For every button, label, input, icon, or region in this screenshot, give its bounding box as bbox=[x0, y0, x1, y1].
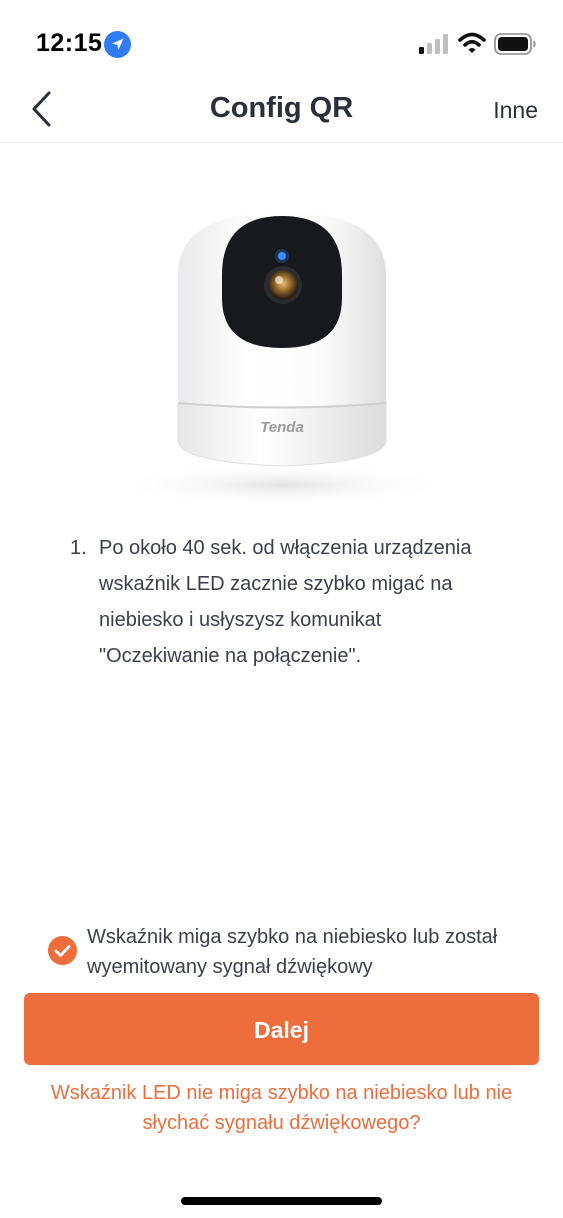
step-text: Po około 40 sek. od włączenia urządzenia… bbox=[99, 537, 472, 667]
nav-bar: Config QR Inne bbox=[0, 80, 563, 143]
other-button[interactable]: Inne bbox=[493, 97, 538, 124]
checkmark-icon[interactable] bbox=[48, 936, 77, 965]
cellular-signal-icon bbox=[419, 34, 448, 54]
status-time: 12:15 bbox=[36, 29, 103, 57]
battery-icon bbox=[494, 33, 536, 55]
camera-image: Tenda bbox=[112, 212, 452, 507]
wifi-icon bbox=[458, 32, 486, 53]
next-button[interactable]: Dalej bbox=[24, 993, 539, 1065]
status-bar: 12:15 bbox=[0, 0, 563, 80]
instruction-step: 1. Po około 40 sek. od włączenia urządze… bbox=[70, 530, 500, 674]
confirm-label: Wskaźnik miga szybko na niebiesko lub zo… bbox=[87, 926, 498, 978]
step-number: 1. bbox=[70, 537, 87, 559]
camera-brand-logo: Tenda bbox=[260, 419, 304, 436]
home-indicator bbox=[181, 1197, 382, 1205]
location-arrow-icon bbox=[104, 31, 131, 58]
instructions-list: 1. Po około 40 sek. od włączenia urządze… bbox=[70, 530, 500, 674]
page-title: Config QR bbox=[209, 92, 354, 124]
confirm-checkbox-row[interactable]: Wskaźnik miga szybko na niebiesko lub zo… bbox=[48, 922, 518, 982]
led-help-link[interactable]: Wskaźnik LED nie miga szybko na niebiesk… bbox=[20, 1078, 543, 1138]
